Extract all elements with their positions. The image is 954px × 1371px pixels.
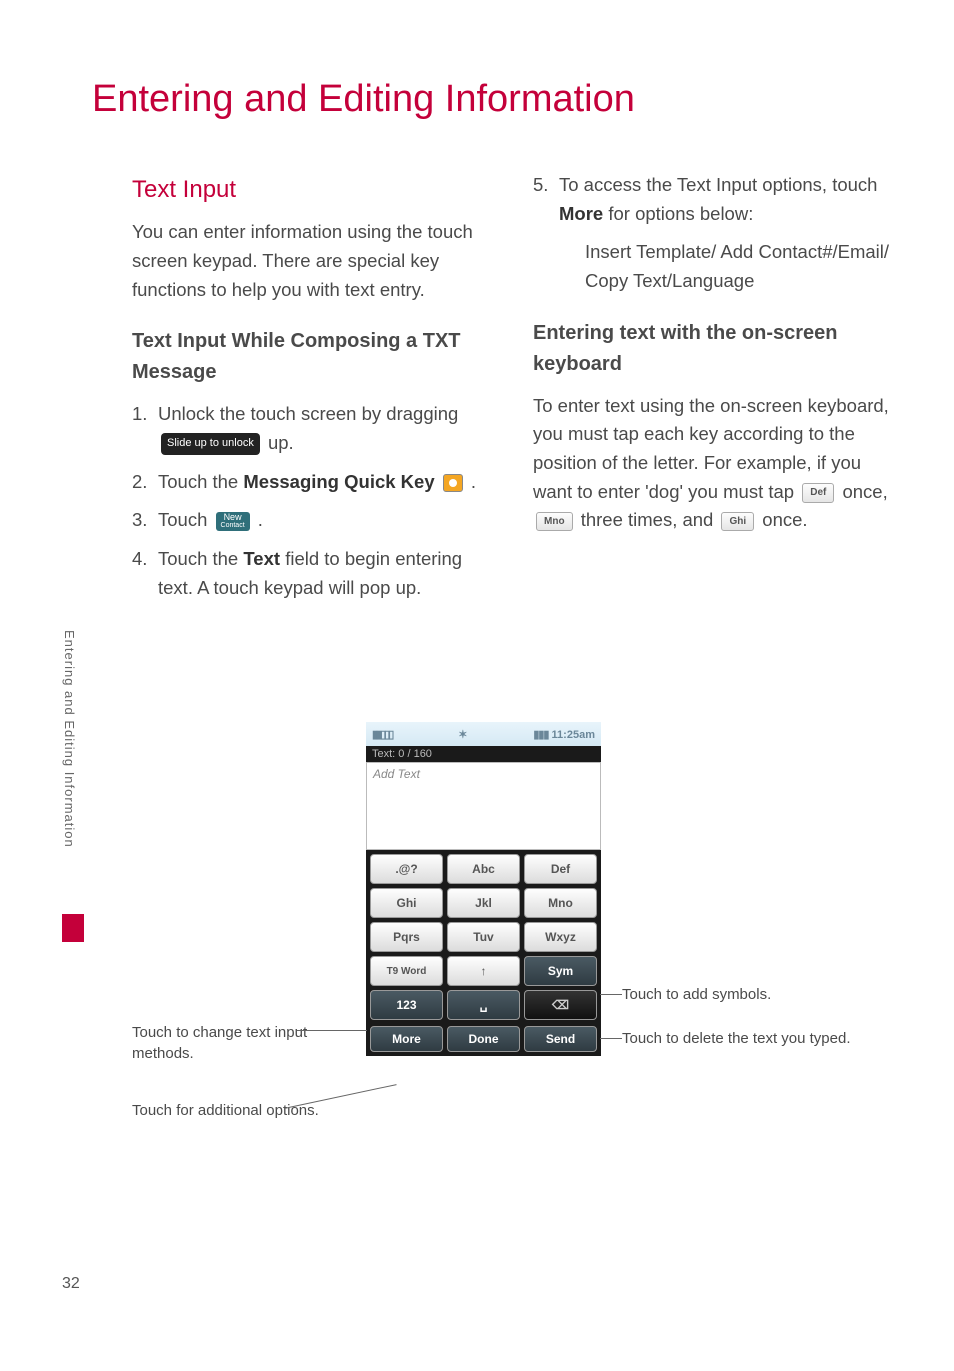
key-shift[interactable]: ↑ — [447, 956, 520, 986]
step-1-text-a: Unlock the touch screen by dragging — [158, 403, 458, 424]
section-heading: Text Input — [132, 171, 493, 208]
new-contact-chip: NewContact — [216, 512, 250, 532]
step-3: 3. Touch NewContact . — [132, 506, 493, 535]
step-5-text-a: To access the Text Input options, touch — [559, 174, 877, 195]
key-punct[interactable]: .@? — [370, 854, 443, 884]
key-more[interactable]: More — [370, 1026, 443, 1052]
keypad: .@? Abc Def Ghi Jkl Mno Pqrs Tuv Wxyz T9… — [366, 850, 601, 1024]
status-icon: ✶ — [458, 728, 467, 741]
phone-screenshot: ▮▮▯▯▯ ✶ ▮▮▮ 11:25am Text: 0 / 160 Add Te… — [366, 722, 601, 1056]
key-space[interactable]: ␣ — [447, 990, 520, 1020]
text-input-area[interactable]: Add Text — [366, 762, 601, 850]
right-column: 5. To access the Text Input options, tou… — [533, 171, 894, 612]
page-number: 32 — [62, 1275, 80, 1293]
annotation-input-methods: Touch to change text input methods. — [132, 1022, 352, 1064]
sidebar-vertical-text: Entering and Editing Information — [62, 630, 77, 910]
key-abc[interactable]: Abc — [447, 854, 520, 884]
key-backspace[interactable]: ⌫ — [524, 990, 597, 1020]
status-time: ▮▮▮ 11:25am — [533, 728, 595, 741]
step-1: 1. Unlock the touch screen by dragging S… — [132, 400, 493, 457]
key-wxyz[interactable]: Wxyz — [524, 922, 597, 952]
step-2-text-b: . — [471, 471, 476, 492]
sidebar-accent-bar — [62, 914, 84, 942]
sidebar-tab: Entering and Editing Information — [62, 630, 84, 940]
def-key-inline: Def — [802, 483, 834, 503]
page-title: Entering and Editing Information — [0, 0, 954, 121]
step-2-text-a: Touch the — [158, 471, 243, 492]
key-jkl[interactable]: Jkl — [447, 888, 520, 918]
key-send[interactable]: Send — [524, 1026, 597, 1052]
step-3-text-b: . — [258, 509, 263, 530]
mno-key-inline: Mno — [536, 512, 573, 532]
onscreen-keyboard-paragraph: To enter text using the on-screen keyboa… — [533, 392, 894, 535]
step-2: 2. Touch the Messaging Quick Key . — [132, 468, 493, 497]
key-tuv[interactable]: Tuv — [447, 922, 520, 952]
step-1-text-b: up. — [268, 432, 294, 453]
key-sym[interactable]: Sym — [524, 956, 597, 986]
step-5-bold: More — [559, 203, 603, 224]
intro-paragraph: You can enter information using the touc… — [132, 218, 493, 304]
key-def[interactable]: Def — [524, 854, 597, 884]
annotation-delete-text: Touch to delete the text you typed. — [622, 1028, 852, 1049]
left-column: Text Input You can enter information usi… — [132, 171, 493, 612]
annotation-add-symbols: Touch to add symbols. — [622, 984, 852, 1005]
key-t9word[interactable]: T9 Word — [370, 956, 443, 986]
sub-heading-right: Entering text with the on-screen keyboar… — [533, 318, 894, 380]
char-counter: Text: 0 / 160 — [366, 746, 601, 762]
key-mno[interactable]: Mno — [524, 888, 597, 918]
step-4: 4. Touch the Text field to begin enterin… — [132, 545, 493, 602]
signal-icon: ▮▮▯▯▯ — [372, 728, 392, 741]
step-5-options: Insert Template/ Add Contact#/Email/ Cop… — [585, 238, 894, 295]
key-done[interactable]: Done — [447, 1026, 520, 1052]
step-4-bold: Text — [243, 548, 280, 569]
key-123[interactable]: 123 — [370, 990, 443, 1020]
slide-unlock-chip: Slide up to unlock — [161, 433, 260, 454]
key-pqrs[interactable]: Pqrs — [370, 922, 443, 952]
step-5-text-b: for options below: — [608, 203, 753, 224]
step-3-text-a: Touch — [158, 509, 213, 530]
step-2-bold: Messaging Quick Key — [243, 471, 439, 492]
key-ghi[interactable]: Ghi — [370, 888, 443, 918]
phone-figure: ▮▮▯▯▯ ✶ ▮▮▮ 11:25am Text: 0 / 160 Add Te… — [132, 722, 894, 1162]
status-bar: ▮▮▯▯▯ ✶ ▮▮▮ 11:25am — [366, 722, 601, 746]
messaging-quick-key-icon — [443, 474, 463, 492]
step-4-text-a: Touch the — [158, 548, 243, 569]
ghi-key-inline: Ghi — [721, 512, 754, 532]
sub-heading-left: Text Input While Composing a TXT Message — [132, 326, 493, 388]
annotation-additional-options: Touch for additional options. — [132, 1100, 352, 1121]
step-5: 5. To access the Text Input options, tou… — [533, 171, 894, 296]
